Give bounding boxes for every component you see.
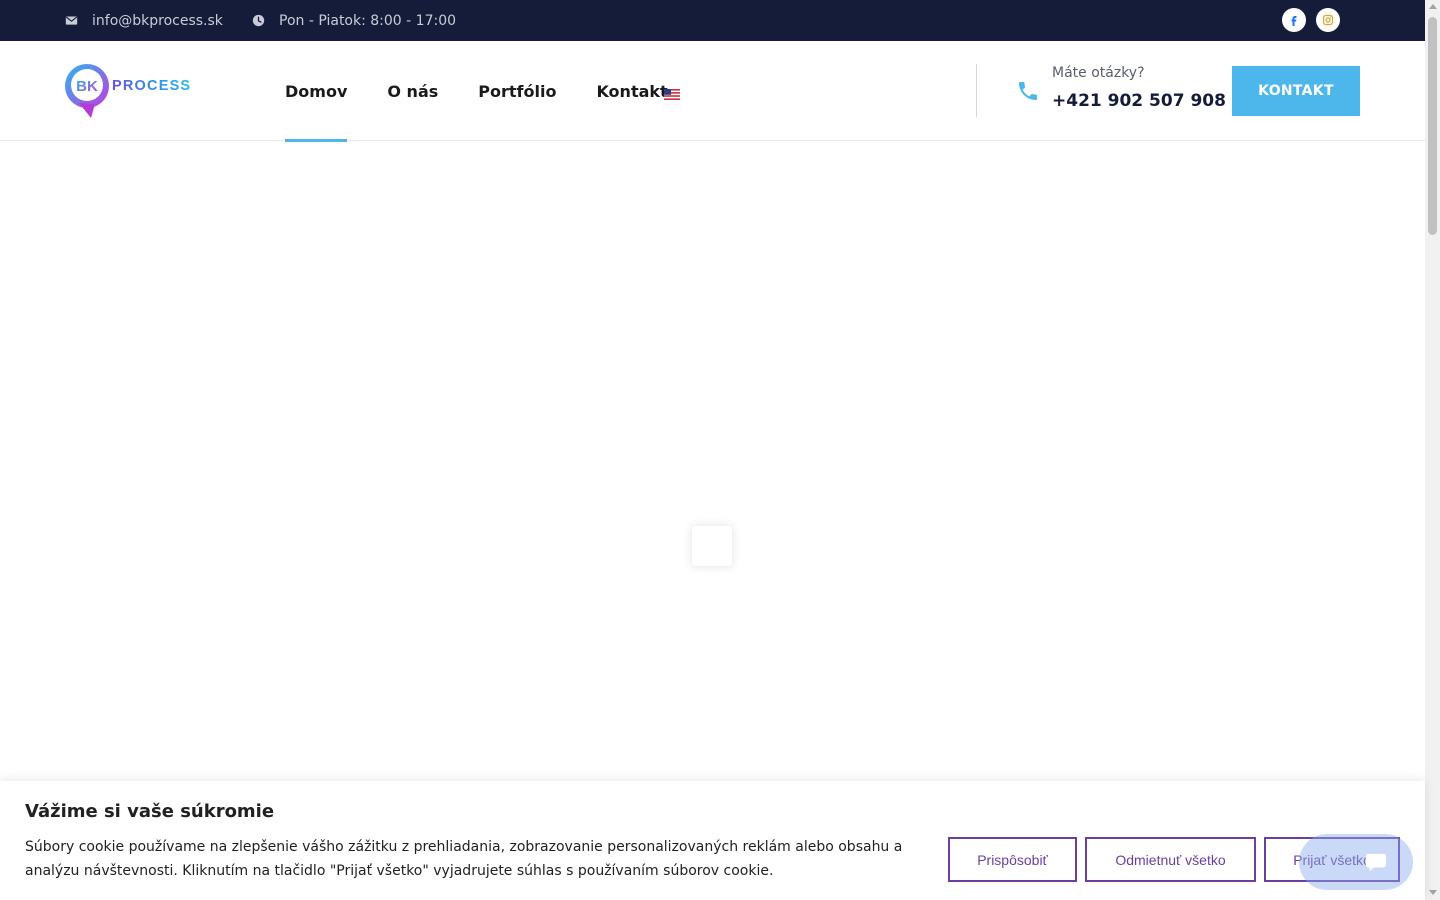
bk-process-logo-icon: BK PROCESS (65, 64, 191, 118)
page-loader (692, 526, 732, 566)
facebook-link[interactable] (1282, 8, 1306, 32)
nav-item-o-nas[interactable]: O nás (387, 41, 438, 141)
instagram-icon (1322, 14, 1334, 26)
cookie-reject-button[interactable]: Odmietnuť všetko (1085, 837, 1256, 882)
main-nav: Domov O nás Portfólio Kontakt (285, 41, 708, 142)
nav-item-kontakt[interactable]: Kontakt (596, 41, 667, 141)
top-bar: info@bkprocess.sk Pon - Piatok: 8:00 - 1… (0, 0, 1425, 41)
cookie-customize-button[interactable]: Prispôsobiť (948, 837, 1077, 882)
scroll-thumb[interactable] (1428, 17, 1437, 235)
scroll-down-icon[interactable] (1429, 890, 1437, 895)
topbar-email[interactable]: info@bkprocess.sk (65, 0, 223, 41)
contact-cta-button[interactable]: KONTAKT (1232, 66, 1360, 116)
topbar-email-text[interactable]: info@bkprocess.sk (92, 13, 223, 29)
scroll-up-icon[interactable] (1429, 4, 1437, 9)
page-scrollbar[interactable] (1425, 0, 1440, 900)
cookie-text: Súbory cookie používame na zlepšenie váš… (25, 839, 903, 879)
nav-item-domov[interactable]: Domov (285, 41, 348, 142)
header-divider (976, 64, 977, 117)
clock-icon (252, 14, 265, 27)
phone-number[interactable]: +421 902 507 908 (1052, 91, 1226, 111)
cookie-title: Vážime si vaše súkromie (25, 801, 275, 822)
phone-label: Máte otázky? (1052, 65, 1145, 81)
facebook-icon (1291, 16, 1297, 26)
chat-bubble-icon (1366, 853, 1386, 872)
nav-item-portfolio[interactable]: Portfólio (478, 41, 556, 141)
topbar-hours: Pon - Piatok: 8:00 - 17:00 (252, 0, 456, 41)
site-logo[interactable]: BK PROCESS (64, 61, 212, 119)
logo-word: PROCESS (112, 78, 191, 94)
instagram-link[interactable] (1316, 8, 1340, 32)
phone-icon (1019, 82, 1037, 100)
main-header: BK PROCESS Domov O nás Portfólio Kontakt… (0, 41, 1425, 142)
envelope-icon (65, 16, 78, 25)
cookie-banner: Vážime si vaše súkromie Súbory cookie po… (0, 781, 1425, 900)
us-flag-icon (664, 89, 680, 100)
chat-widget-button[interactable] (1299, 834, 1413, 890)
logo-letters: BK (76, 78, 98, 95)
topbar-hours-text: Pon - Piatok: 8:00 - 17:00 (279, 12, 457, 29)
language-switch[interactable] (664, 85, 680, 100)
